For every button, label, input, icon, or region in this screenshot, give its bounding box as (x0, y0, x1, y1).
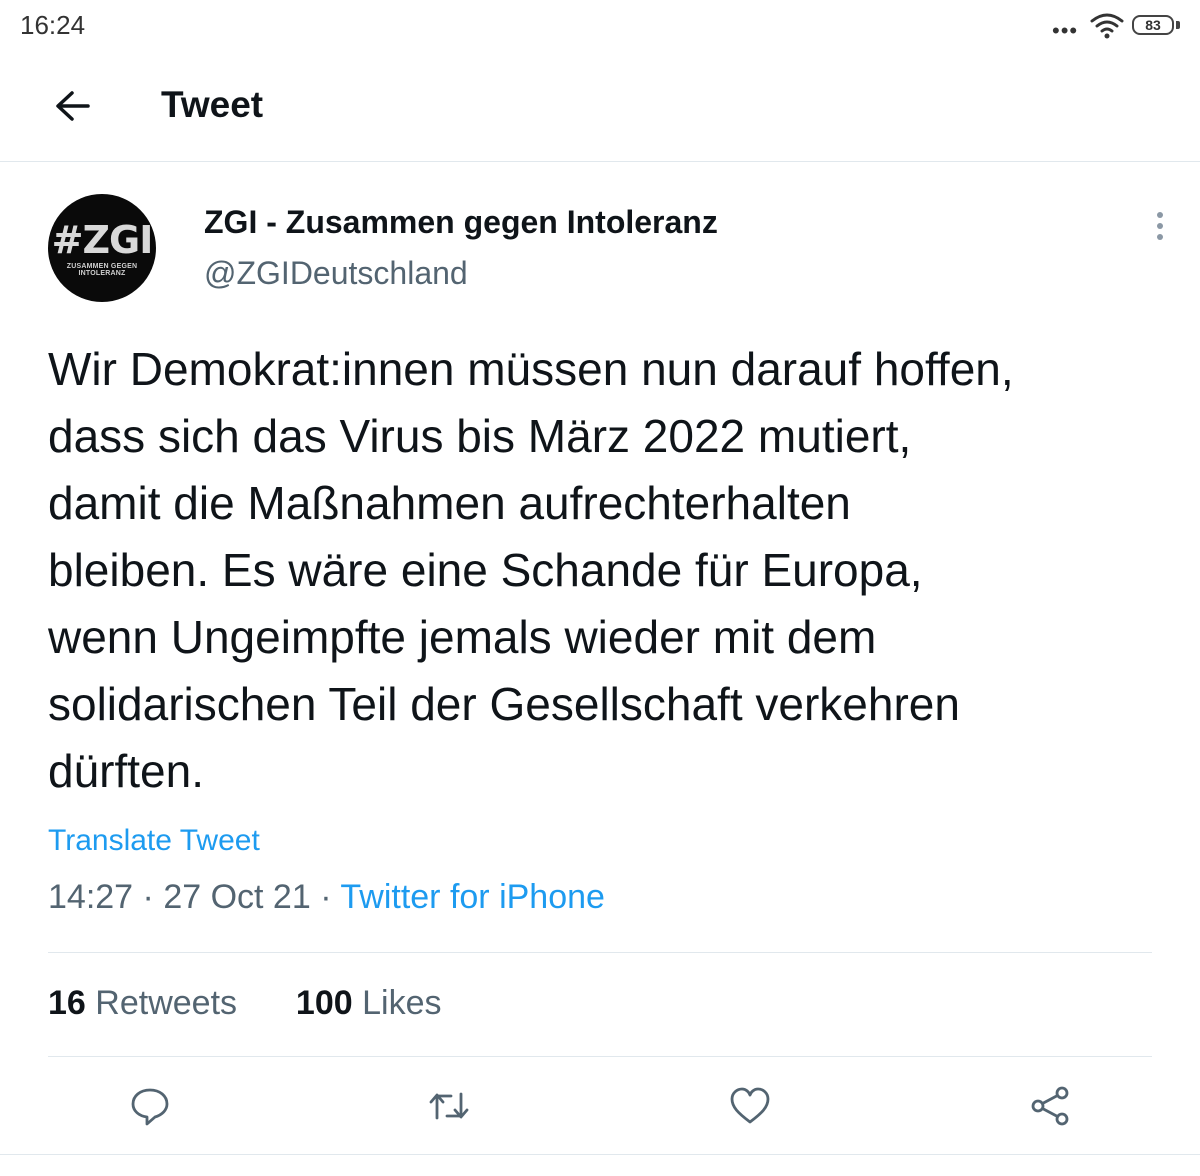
retweets-label: Retweets (95, 984, 238, 1022)
author-name[interactable]: ZGI - Zusammen gegen Intoleranz (204, 204, 718, 241)
retweet-button[interactable] (427, 1084, 471, 1128)
back-button[interactable] (44, 80, 100, 136)
page-title: Tweet (161, 84, 264, 125)
avatar-logo-subtext: ZUSAMMEN GEGEN INTOLERANZ (66, 263, 138, 277)
tweet-time: 14:27 (48, 878, 134, 916)
tweet-stats: 16 Retweets 100 Likes (48, 984, 441, 1023)
divider (0, 1154, 1200, 1155)
more-vertical-icon (1157, 212, 1163, 240)
reply-icon (131, 1088, 169, 1126)
status-more-dots: ••• (1052, 18, 1079, 43)
wifi-icon (1090, 13, 1124, 39)
retweet-icon (429, 1092, 469, 1120)
tweet-date: 27 Oct 21 (163, 878, 311, 916)
tweet-source-link[interactable]: Twitter for iPhone (340, 878, 605, 916)
battery-tip (1176, 21, 1180, 29)
author-handle: @ZGIDeutschland (204, 255, 468, 291)
avatar[interactable]: #ZGI ZUSAMMEN GEGEN INTOLERANZ (48, 194, 156, 302)
divider (48, 952, 1152, 953)
share-button[interactable] (1028, 1084, 1072, 1128)
meta-separator: · (320, 878, 332, 916)
tweet-text: Wir Demokrat:innen müssen nun darauf hof… (48, 343, 1014, 797)
retweets-stat[interactable]: 16 Retweets (48, 984, 246, 1022)
divider (48, 1056, 1152, 1057)
reply-button[interactable] (128, 1084, 172, 1128)
likes-count: 100 (295, 984, 353, 1022)
meta-separator: · (142, 878, 154, 916)
like-icon (730, 1087, 770, 1124)
translate-tweet-link[interactable]: Translate Tweet (48, 824, 260, 858)
like-button[interactable] (728, 1084, 772, 1128)
header-divider (0, 161, 1200, 162)
avatar-logo-text: #ZGI (51, 218, 154, 262)
more-button[interactable] (1146, 208, 1174, 244)
status-time: 16:24 (20, 10, 86, 40)
retweets-count: 16 (48, 984, 86, 1022)
arrow-left-icon (56, 91, 90, 121)
share-icon (1031, 1086, 1069, 1126)
tweet-meta: 14:27 · 27 Oct 21 · Twitter for iPhone (48, 878, 605, 917)
likes-stat[interactable]: 100 Likes (296, 984, 442, 1022)
likes-label: Likes (362, 984, 442, 1022)
battery-icon: 83 (1132, 15, 1174, 35)
